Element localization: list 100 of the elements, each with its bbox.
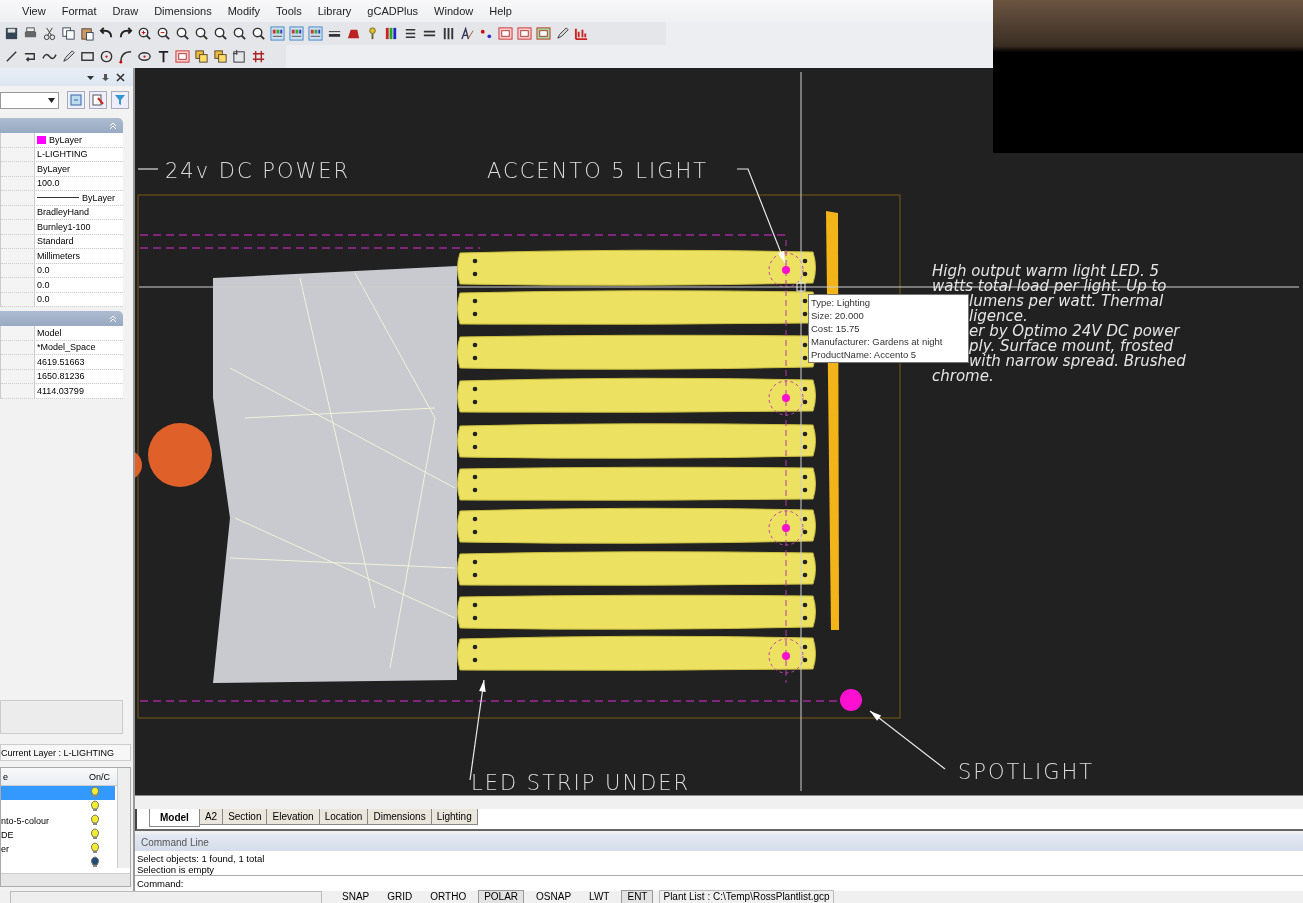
note-text: ligence.	[969, 307, 1028, 325]
bar-chart-icon[interactable]	[574, 26, 589, 41]
drawing-label: 24v DC POWER	[165, 159, 351, 183]
scissors-icon[interactable]	[42, 26, 57, 41]
menu-item[interactable]: Window	[426, 5, 482, 17]
status-toggle[interactable]: GRID	[381, 890, 419, 903]
framed-image-icon[interactable]	[517, 26, 532, 41]
magnifier-icon[interactable]	[232, 26, 247, 41]
columns-icon[interactable]	[441, 26, 456, 41]
tooltip-line: ProductName: Accento 5	[811, 348, 918, 361]
magnifier-icon[interactable]	[137, 26, 152, 41]
layout-tab[interactable]: Lighting	[430, 809, 478, 825]
tooltip-line: Type: Lighting	[811, 296, 872, 309]
magnifier-icon[interactable]	[156, 26, 171, 41]
dropdown-arrow-icon[interactable]	[48, 97, 56, 103]
frame-icon[interactable]	[232, 49, 247, 64]
copy-icon[interactable]	[61, 26, 76, 41]
menu-item[interactable]: View	[14, 5, 54, 17]
arc-icon[interactable]	[118, 49, 133, 64]
framed-image-icon[interactable]	[536, 26, 551, 41]
line-icon[interactable]	[4, 49, 19, 64]
blocks-icon[interactable]	[194, 49, 209, 64]
command-input[interactable]: Command:	[135, 875, 1303, 891]
light-fitting	[768, 252, 804, 288]
menu-item[interactable]: Dimensions	[146, 5, 220, 17]
menu-item[interactable]: Modify	[219, 5, 269, 17]
menu-item[interactable]: Tools	[268, 5, 310, 17]
color-bars-icon[interactable]	[384, 26, 399, 41]
status-toggle[interactable]: POLAR	[478, 890, 525, 903]
layout-tab[interactable]: Elevation	[266, 809, 320, 825]
property-value[interactable]: 0.0	[37, 279, 50, 290]
leader-line	[137, 168, 159, 170]
grid-icon[interactable]	[251, 49, 266, 64]
layout-tab[interactable]: Section	[222, 809, 268, 825]
layout-tab[interactable]: Location	[318, 809, 369, 825]
command-output: Selection is empty	[137, 864, 216, 875]
menu-item[interactable]: Help	[481, 5, 520, 17]
drawing-canvas[interactable]	[135, 68, 1303, 795]
magnifier-icon[interactable]	[194, 26, 209, 41]
light-fitting	[768, 638, 804, 674]
paste-icon[interactable]	[80, 26, 95, 41]
list-icon[interactable]	[403, 26, 418, 41]
layer-row[interactable]: DE	[1, 828, 115, 842]
ellipse-icon[interactable]	[137, 49, 152, 64]
blocks-icon[interactable]	[213, 49, 228, 64]
layer-row[interactable]: nto-5-colour	[1, 814, 115, 828]
bulb-icon[interactable]	[90, 828, 100, 840]
light-fitting	[768, 510, 804, 546]
menu-item[interactable]: Draw	[104, 5, 147, 17]
close-icon[interactable]	[116, 72, 125, 82]
grid-view-icon[interactable]	[308, 26, 323, 41]
magnifier-icon[interactable]	[213, 26, 228, 41]
bulb-icon[interactable]	[90, 856, 100, 868]
layout-tab[interactable]: Dimensions	[367, 809, 432, 825]
note-text: High output warm light LED. 5	[932, 262, 1159, 280]
column-header[interactable]: On/C	[87, 768, 115, 785]
menu-item[interactable]: Format	[53, 5, 105, 17]
magnifier-icon[interactable]	[251, 26, 266, 41]
status-toggle[interactable]: OSNAP	[530, 890, 578, 903]
bulb-icon[interactable]	[90, 842, 100, 854]
bulb-icon[interactable]	[90, 800, 100, 812]
pencil-icon[interactable]	[61, 49, 76, 64]
pencil-icon[interactable]	[555, 26, 570, 41]
status-toggle[interactable]: LWT	[583, 890, 616, 903]
property-value[interactable]: 0.0	[37, 294, 50, 305]
drawing-label: SPOTLIGHT	[958, 760, 1095, 784]
text-style-icon[interactable]	[460, 26, 475, 41]
magnifier-icon[interactable]	[175, 26, 190, 41]
menu-item[interactable]: gCADPlus	[359, 5, 427, 17]
linetype-sample	[37, 197, 79, 199]
status-toggle[interactable]: ORTHO	[424, 890, 473, 903]
status-toggle[interactable]: SNAP	[336, 890, 376, 903]
circle-icon[interactable]	[99, 49, 114, 64]
command-line-header: Command Line	[135, 834, 1303, 851]
vertical-scrollbar[interactable]	[117, 768, 130, 868]
spotlight-dot	[840, 689, 862, 711]
text-tool-icon[interactable]	[156, 49, 171, 64]
column-header[interactable]: e	[1, 768, 87, 785]
menu-item[interactable]: Library	[309, 5, 360, 17]
framed-image-icon[interactable]	[498, 26, 513, 41]
status-toggle[interactable]: ENT	[621, 890, 654, 903]
bulb-icon[interactable]	[90, 814, 100, 826]
drawing-label: LED STRIP UNDER	[471, 771, 691, 795]
status-text: Plant List : C:\Temp\RossPlantlist.gcp	[659, 890, 834, 903]
horizontal-scrollbar[interactable]	[1, 873, 130, 886]
command-output: Select objects: 1 found, 1 total	[137, 853, 266, 864]
layout-tab[interactable]: Model	[149, 809, 200, 827]
grid-view-icon[interactable]	[289, 26, 304, 41]
rectangle-icon[interactable]	[80, 49, 95, 64]
current-layer-label: Current Layer : L-LIGHTING	[1, 747, 115, 758]
property-value[interactable]: 0.0	[37, 265, 50, 276]
planter-circle	[148, 423, 212, 487]
pickbox	[796, 282, 806, 292]
note-text: chrome.	[932, 367, 994, 385]
layer-row[interactable]: er	[1, 842, 115, 856]
tooltip-line: Manufacturer: Gardens at night	[811, 335, 944, 348]
tooltip-line: Size: 20.000	[811, 309, 865, 322]
grid-view-icon[interactable]	[270, 26, 285, 41]
framed-image-icon[interactable]	[175, 49, 190, 64]
tooltip-line: Cost: 15.75	[811, 322, 861, 335]
